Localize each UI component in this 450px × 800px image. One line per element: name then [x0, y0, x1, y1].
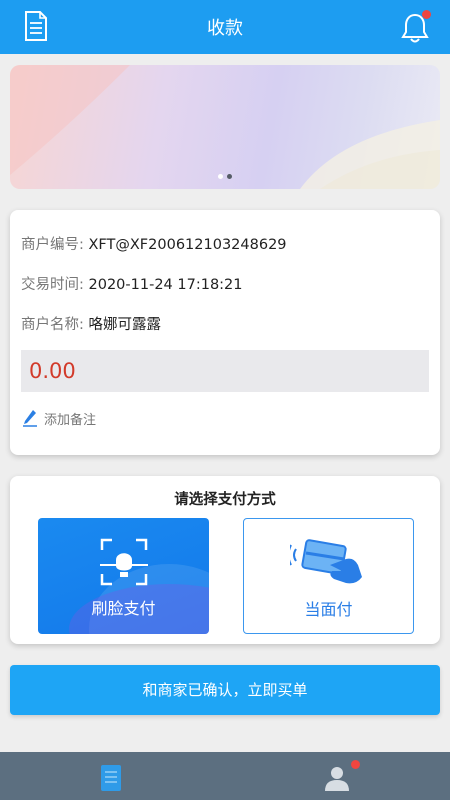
merchant-number-label: 商户编号:	[21, 237, 84, 253]
face-pay-option[interactable]: 刷脸支付	[38, 518, 209, 634]
amount-value: 0.00	[29, 359, 76, 383]
merchant-info-card: 商户编号: XFT@XF200612103248629 交易时间: 2020-1…	[10, 210, 440, 455]
face-pay-label: 刷脸支付	[91, 599, 156, 618]
amount-input[interactable]: 0.00	[21, 350, 429, 392]
merchant-number-value: XFT@XF200612103248629	[88, 237, 287, 253]
trade-time-value: 2020-11-24 17:18:21	[88, 277, 243, 293]
merchant-name-label: 商户名称:	[21, 317, 84, 333]
pager-dot-active[interactable]	[227, 174, 232, 179]
payment-method-card: 请选择支付方式 刷脸支付 当面付	[10, 476, 440, 644]
payment-method-title: 请选择支付方式	[174, 492, 276, 508]
promo-banner[interactable]	[10, 65, 440, 189]
user-tab-icon[interactable]	[324, 760, 360, 794]
page-title: 收款	[207, 18, 243, 39]
pencil-icon	[23, 410, 37, 427]
add-note-button[interactable]: 添加备注	[22, 409, 96, 428]
card-hand-icon	[287, 537, 366, 593]
counter-pay-option[interactable]: 当面付	[243, 518, 414, 634]
trade-time-row: 交易时间: 2020-11-24 17:18:21	[21, 273, 243, 294]
trade-time-label: 交易时间:	[21, 277, 84, 293]
top-bar: 收款	[0, 0, 450, 54]
confirm-pay-button[interactable]: 和商家已确认，立即买单	[10, 665, 440, 715]
face-scan-icon	[100, 538, 148, 590]
merchant-number-row: 商户编号: XFT@XF200612103248629	[21, 233, 287, 254]
merchant-name-value: 咯娜可露露	[88, 317, 162, 333]
banner-pager	[10, 174, 440, 179]
notification-badge	[422, 10, 431, 19]
merchant-name-row: 商户名称: 咯娜可露露	[21, 313, 161, 334]
notification-badge	[351, 760, 360, 769]
pager-dot[interactable]	[218, 174, 223, 179]
add-note-label: 添加备注	[44, 413, 97, 428]
bottom-tab-bar	[0, 752, 450, 800]
bell-icon[interactable]	[398, 8, 432, 43]
receipt-tab-icon[interactable]	[100, 764, 130, 794]
counter-pay-label: 当面付	[304, 600, 353, 619]
